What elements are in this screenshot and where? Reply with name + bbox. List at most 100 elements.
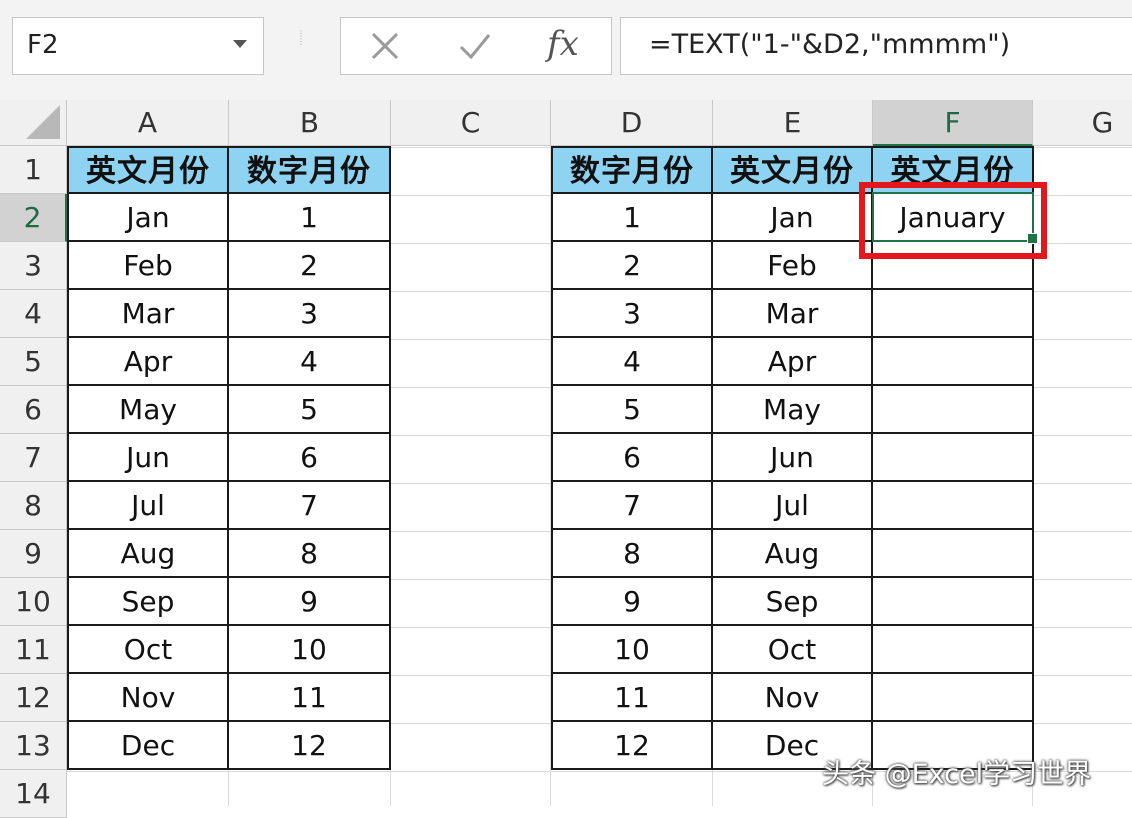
cell-a12[interactable]: Nov: [67, 674, 229, 722]
enter-check-icon[interactable]: [445, 26, 505, 66]
name-box[interactable]: F2: [12, 17, 264, 75]
cell-b10[interactable]: 9: [229, 578, 391, 626]
row-header-11[interactable]: 11: [0, 626, 67, 674]
cell-b4[interactable]: 3: [229, 290, 391, 338]
cell-f1[interactable]: 英文月份: [873, 146, 1034, 194]
cell-b13[interactable]: 12: [229, 722, 391, 770]
row-header-1[interactable]: 1: [0, 146, 67, 194]
cell-e9[interactable]: Aug: [713, 530, 873, 578]
cell-e8[interactable]: Jul: [713, 482, 873, 530]
cell-e5[interactable]: Apr: [713, 338, 873, 386]
cell-d3[interactable]: 2: [551, 242, 713, 290]
cell-f5[interactable]: [873, 338, 1034, 386]
cell-b11[interactable]: 10: [229, 626, 391, 674]
row-header-6[interactable]: 6: [0, 386, 67, 434]
cell-d4[interactable]: 3: [551, 290, 713, 338]
cell-a3[interactable]: Feb: [67, 242, 229, 290]
cell-a11[interactable]: Oct: [67, 626, 229, 674]
row-header-9[interactable]: 9: [0, 530, 67, 578]
cancel-icon[interactable]: [355, 26, 415, 66]
cell-d6[interactable]: 5: [551, 386, 713, 434]
cell-d11[interactable]: 10: [551, 626, 713, 674]
row-header-4[interactable]: 4: [0, 290, 67, 338]
column-header-c[interactable]: C: [391, 100, 551, 146]
row-header-10[interactable]: 10: [0, 578, 67, 626]
cell-e4[interactable]: Mar: [713, 290, 873, 338]
insert-function-icon[interactable]: fx: [547, 24, 579, 64]
cell-b6[interactable]: 5: [229, 386, 391, 434]
select-all-corner[interactable]: [0, 100, 67, 146]
chevron-down-icon[interactable]: [233, 40, 247, 48]
cell-b7[interactable]: 6: [229, 434, 391, 482]
formula-text: =TEXT("1-"&D2,"mmmm"): [649, 29, 1011, 60]
cell-f8[interactable]: [873, 482, 1034, 530]
cell-e7[interactable]: Jun: [713, 434, 873, 482]
cell-d5[interactable]: 4: [551, 338, 713, 386]
cell-a9[interactable]: Aug: [67, 530, 229, 578]
row-header-7[interactable]: 7: [0, 434, 67, 482]
cell-d1[interactable]: 数字月份: [551, 146, 713, 194]
cell-b1[interactable]: 数字月份: [229, 146, 391, 194]
fill-handle[interactable]: [1027, 233, 1038, 244]
cell-a4[interactable]: Mar: [67, 290, 229, 338]
cell-a8[interactable]: Jul: [67, 482, 229, 530]
cell-b8[interactable]: 7: [229, 482, 391, 530]
cell-d7[interactable]: 6: [551, 434, 713, 482]
cell-e6[interactable]: May: [713, 386, 873, 434]
cell-f6[interactable]: [873, 386, 1034, 434]
formula-bar-area: F2 ⋮ ⋮ fx =TEXT("1-"&D2,"mmmm"): [0, 0, 1132, 100]
cell-d12[interactable]: 11: [551, 674, 713, 722]
cell-b12[interactable]: 11: [229, 674, 391, 722]
cell-f2[interactable]: January: [873, 194, 1034, 242]
formula-input[interactable]: =TEXT("1-"&D2,"mmmm"): [620, 17, 1132, 75]
drag-grip-icon[interactable]: ⋮ ⋮: [296, 30, 306, 60]
cell-f3[interactable]: [873, 242, 1034, 290]
cell-d8[interactable]: 7: [551, 482, 713, 530]
row-header-12[interactable]: 12: [0, 674, 67, 722]
cell-a6[interactable]: May: [67, 386, 229, 434]
cell-b9[interactable]: 8: [229, 530, 391, 578]
cell-a10[interactable]: Sep: [67, 578, 229, 626]
cell-d2[interactable]: 1: [551, 194, 713, 242]
cell-b5[interactable]: 4: [229, 338, 391, 386]
cell-e3[interactable]: Feb: [713, 242, 873, 290]
spreadsheet-grid[interactable]: A B C D E F G 1 2 3 4 5 6 7 8 9 10 11 12 13 14 英文月份 数字月份 Jan Feb…: [0, 100, 1132, 818]
name-box-value: F2: [27, 30, 59, 60]
cell-a5[interactable]: Apr: [67, 338, 229, 386]
cell-f4[interactable]: [873, 290, 1034, 338]
cell-f7[interactable]: [873, 434, 1034, 482]
cell-d9[interactable]: 8: [551, 530, 713, 578]
cell-b3[interactable]: 2: [229, 242, 391, 290]
cell-e12[interactable]: Nov: [713, 674, 873, 722]
cell-e11[interactable]: Oct: [713, 626, 873, 674]
watermark: 头条 @Excel学习世界: [822, 759, 1092, 790]
cell-f11[interactable]: [873, 626, 1034, 674]
column-header-e[interactable]: E: [713, 100, 873, 146]
cell-d13[interactable]: 12: [551, 722, 713, 770]
cell-f10[interactable]: [873, 578, 1034, 626]
column-header-g[interactable]: G: [1033, 100, 1132, 146]
row-header-8[interactable]: 8: [0, 482, 67, 530]
row-header-5[interactable]: 5: [0, 338, 67, 386]
cell-e10[interactable]: Sep: [713, 578, 873, 626]
column-header-d[interactable]: D: [551, 100, 713, 146]
cell-d10[interactable]: 9: [551, 578, 713, 626]
cell-e1[interactable]: 英文月份: [713, 146, 873, 194]
cell-e2[interactable]: Jan: [713, 194, 873, 242]
cell-a7[interactable]: Jun: [67, 434, 229, 482]
column-header-f[interactable]: F: [873, 100, 1033, 146]
column-header-b[interactable]: B: [229, 100, 391, 146]
formula-buttons: fx: [340, 17, 612, 75]
cell-f12[interactable]: [873, 674, 1034, 722]
row-header-13[interactable]: 13: [0, 722, 67, 770]
cell-a13[interactable]: Dec: [67, 722, 229, 770]
cell-f9[interactable]: [873, 530, 1034, 578]
cell-a1[interactable]: 英文月份: [67, 146, 229, 194]
row-header-14[interactable]: 14: [0, 770, 67, 818]
row-header-2[interactable]: 2: [0, 194, 67, 242]
column-header-a[interactable]: A: [67, 100, 229, 146]
row-header-3[interactable]: 3: [0, 242, 67, 290]
cell-b2[interactable]: 1: [229, 194, 391, 242]
select-all-triangle-icon: [26, 105, 60, 139]
cell-a2[interactable]: Jan: [67, 194, 229, 242]
